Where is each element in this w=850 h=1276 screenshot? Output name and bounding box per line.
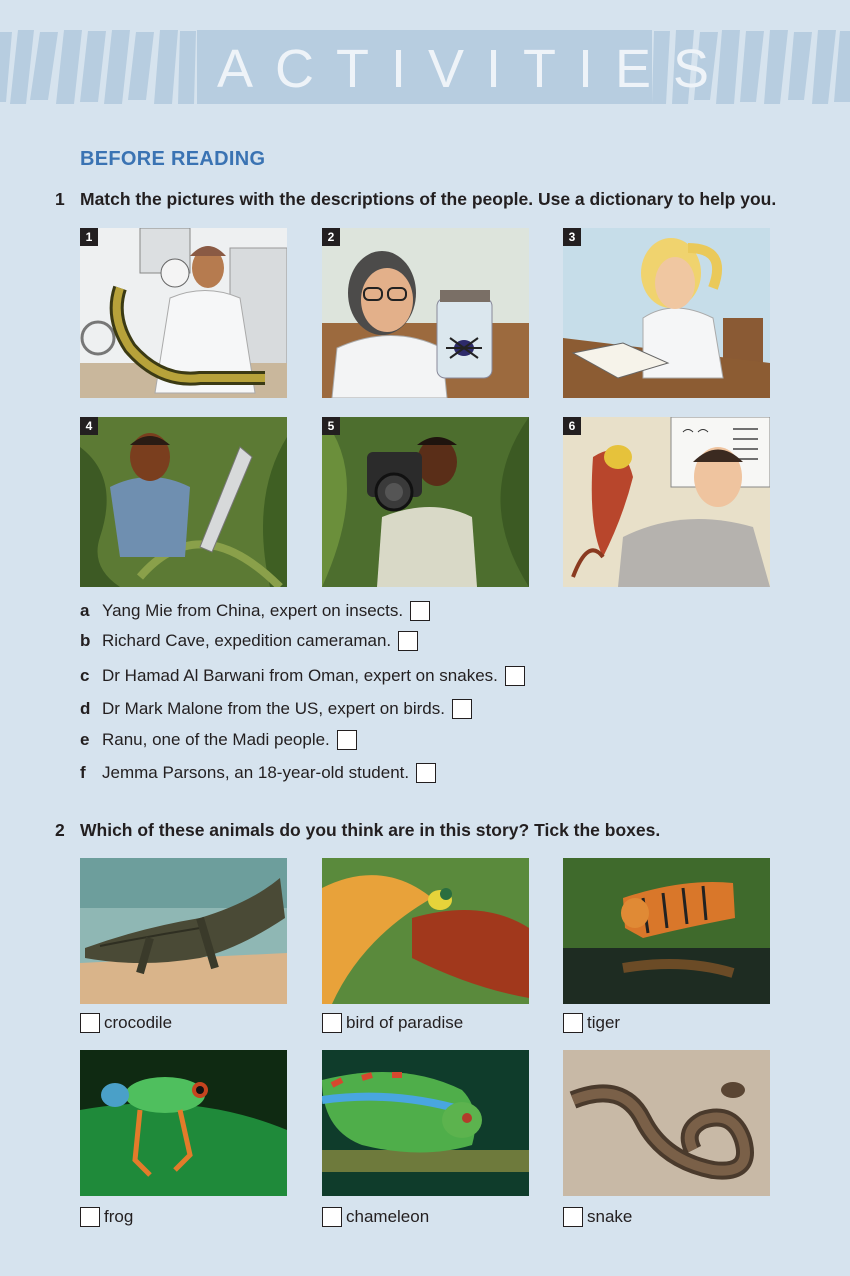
picture-1: 1 (80, 228, 287, 398)
animal-option-snake[interactable]: snake (563, 1205, 632, 1229)
animal-option-crocodile[interactable]: crocodile (80, 1011, 172, 1035)
picture-number: 2 (322, 228, 340, 246)
tick-box[interactable] (80, 1207, 100, 1227)
description-text: Ranu, one of the Madi people. (102, 730, 330, 749)
question-2-text: Which of these animals do you think are … (80, 820, 661, 840)
picture-3: 3 (563, 228, 770, 398)
page-title: ACTIVITIES (217, 39, 732, 99)
description-e: e Ranu, one of the Madi people. (80, 727, 357, 753)
description-b: b Richard Cave, expedition cameraman. (80, 628, 419, 654)
crocodile-photo (80, 858, 287, 1004)
picture-number: 1 (80, 228, 98, 246)
snake-photo (563, 1050, 770, 1196)
tiger-photo (563, 858, 770, 1004)
answer-box[interactable] (398, 631, 419, 651)
description-text: Dr Hamad Al Barwani from Oman, expert on… (102, 666, 498, 685)
question-1-text: Match the pictures with the descriptions… (80, 189, 777, 209)
description-letter: d (80, 699, 91, 718)
description-text: Jemma Parsons, an 18-year-old student. (102, 763, 410, 782)
snake-expert-illustration (80, 228, 287, 398)
description-letter: c (80, 666, 90, 685)
description-text: Yang Mie from China, expert on insects. (102, 601, 404, 620)
animal-option-chameleon[interactable]: chameleon (322, 1205, 429, 1229)
answer-box[interactable] (451, 699, 472, 719)
picture-5: 5 (322, 417, 529, 587)
description-a: a Yang Mie from China, expert on insects… (80, 598, 431, 624)
frog-photo (80, 1050, 287, 1196)
bird-of-paradise-photo (322, 858, 529, 1004)
section-heading: BEFORE READING (80, 148, 266, 170)
description-d: d Dr Mark Malone from the US, expert on … (80, 696, 472, 722)
answer-box[interactable] (410, 601, 431, 621)
picture-6: 6 (563, 417, 770, 587)
tick-box[interactable] (80, 1013, 100, 1033)
tick-box[interactable] (563, 1207, 583, 1227)
question-1-number: 1 (55, 189, 65, 209)
tick-box[interactable] (563, 1013, 583, 1033)
description-letter: e (80, 730, 90, 749)
picture-4: 4 (80, 417, 287, 587)
description-c: c Dr Hamad Al Barwani from Oman, expert … (80, 663, 525, 689)
description-text: Dr Mark Malone from the US, expert on bi… (102, 699, 445, 718)
picture-number: 4 (80, 417, 98, 435)
chameleon-photo (322, 1050, 529, 1196)
animal-label: frog (104, 1207, 134, 1226)
picture-2: 2 (322, 228, 529, 398)
answer-box[interactable] (336, 730, 357, 750)
description-f: f Jemma Parsons, an 18-year-old student. (80, 760, 437, 786)
header-banner: ACTIVITIES (0, 28, 850, 106)
animal-label: tiger (587, 1013, 621, 1032)
answer-box[interactable] (504, 666, 525, 686)
description-letter: b (80, 631, 91, 650)
animal-option-frog[interactable]: frog (80, 1205, 133, 1229)
answer-box[interactable] (416, 763, 437, 783)
tick-box[interactable] (322, 1207, 342, 1227)
cameraman-illustration (322, 417, 529, 587)
animal-option-bird-of-paradise[interactable]: bird of paradise (322, 1011, 463, 1035)
picture-number: 5 (322, 417, 340, 435)
tick-box[interactable] (322, 1013, 342, 1033)
student-illustration (563, 228, 770, 398)
bird-expert-illustration (563, 417, 770, 587)
animal-label: snake (587, 1207, 633, 1226)
insect-expert-illustration (322, 228, 529, 398)
animal-label: crocodile (104, 1013, 173, 1032)
description-letter: a (80, 601, 90, 620)
animal-label: bird of paradise (346, 1013, 464, 1032)
animal-option-tiger[interactable]: tiger (563, 1011, 620, 1035)
question-2-number: 2 (55, 820, 65, 840)
madi-person-illustration (80, 417, 287, 587)
animal-label: chameleon (346, 1207, 430, 1226)
description-letter: f (80, 763, 86, 782)
picture-number: 6 (563, 417, 581, 435)
picture-number: 3 (563, 228, 581, 246)
description-text: Richard Cave, expedition cameraman. (102, 631, 392, 650)
